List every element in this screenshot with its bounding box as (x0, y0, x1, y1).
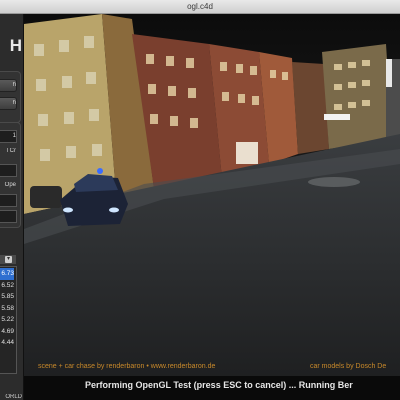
processor-field[interactable]: 1 (0, 130, 17, 143)
control-panel: H h h 1 l Cr Ope ▾ 6.73 6.52 5.85 5.58 5… (0, 14, 24, 400)
run-cpu-button[interactable]: h (0, 79, 17, 92)
opengl-viewport (24, 14, 400, 400)
os-field[interactable] (0, 164, 17, 177)
run-opengl-button[interactable]: h (0, 97, 17, 110)
renderer-label: l Cr (6, 148, 16, 154)
street-scene-image (24, 14, 400, 400)
gfx-field-2[interactable] (0, 210, 17, 223)
ranking-item[interactable]: 4.44 (0, 337, 14, 349)
ranking-item[interactable]: 6.73 (0, 268, 14, 280)
ranking-item[interactable]: 6.52 (0, 280, 14, 292)
ranking-item[interactable]: 5.58 (0, 303, 14, 315)
title-bar: ogl.c4d (0, 0, 400, 14)
car-credit: car models by Dosch De (310, 363, 387, 370)
scene-credit: scene + car chase by renderbaron • www.r… (38, 363, 216, 370)
ranking-item[interactable]: 4.69 (0, 326, 14, 338)
test-status: Performing OpenGL Test (press ESC to can… (85, 380, 353, 390)
sort-icon[interactable]: ▾ (5, 256, 12, 263)
maxon-world-label: ORLD (5, 394, 22, 400)
ranking-item[interactable]: 5.22 (0, 314, 14, 326)
window-title: ogl.c4d (187, 2, 213, 11)
cinebench-window: ogl.c4d H h h 1 l Cr Ope ▾ 6.73 6.52 5.8… (0, 0, 400, 400)
run-opengl-button-label: h (12, 100, 16, 106)
opengl-label: Ope (4, 182, 16, 188)
gfx-field[interactable] (0, 194, 17, 207)
app-logo: H (9, 36, 22, 55)
ranking-list: 6.73 6.52 5.85 5.58 5.22 4.69 4.44 (0, 268, 14, 349)
run-cpu-button-label: h (12, 82, 16, 88)
ranking-item[interactable]: 5.85 (0, 291, 14, 303)
